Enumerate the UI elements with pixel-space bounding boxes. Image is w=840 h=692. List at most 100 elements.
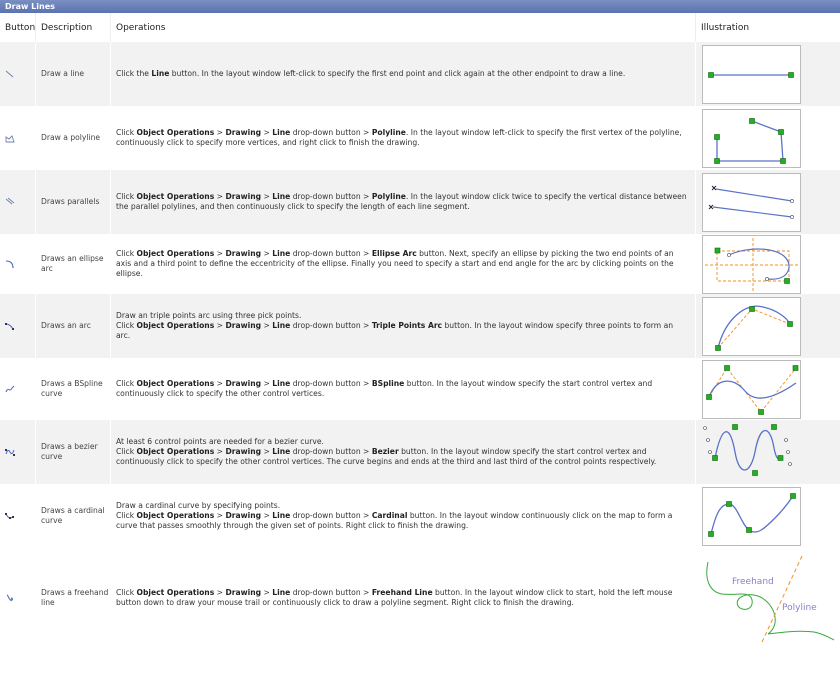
row-description: Draws parallels: [36, 170, 111, 234]
ui-term: Polyline: [371, 192, 406, 201]
operation-text: >: [261, 511, 273, 520]
arc-illustration: [702, 296, 801, 356]
ellipse-arc-icon[interactable]: [5, 259, 15, 269]
ui-term: Drawing: [225, 321, 262, 330]
bezier-illustration: [703, 423, 792, 476]
ui-term: Drawing: [225, 588, 262, 597]
operation-text: >: [214, 588, 226, 597]
ui-term: Line: [272, 128, 291, 137]
operation-text: Click: [116, 249, 137, 258]
row-operations: Draw a cardinal curve by specifying poin…: [111, 484, 696, 548]
ui-term: Drawing: [225, 249, 262, 258]
bspline-illustration: [702, 359, 801, 419]
operation-text: drop-down button >: [290, 447, 372, 456]
ui-term: Triple Points Arc: [371, 321, 443, 330]
ui-term: Object Operations: [136, 447, 215, 456]
operation-text: >: [261, 447, 273, 456]
row-operations: Click Object Operations > Drawing > Line…: [111, 548, 696, 648]
operation-text: drop-down button >: [290, 588, 372, 597]
table-row: Draws an arc Draw an triple points arc u…: [0, 294, 840, 358]
arc-icon[interactable]: [5, 321, 15, 331]
line-icon[interactable]: [5, 69, 15, 79]
row-description: Draw a line: [36, 42, 111, 106]
ui-term: Object Operations: [136, 511, 215, 520]
ui-term: Object Operations: [136, 249, 215, 258]
operation-text: >: [214, 249, 226, 258]
freehand-illustration: Freehand Polyline: [706, 555, 835, 643]
operation-text: >: [214, 128, 226, 137]
operation-text: Click: [116, 588, 137, 597]
ui-term: Drawing: [225, 192, 262, 201]
operation-text: Click: [116, 192, 137, 201]
operation-text: >: [214, 379, 226, 388]
operation-text: drop-down button >: [290, 128, 372, 137]
ui-term: Line: [272, 192, 291, 201]
header-description: Description: [36, 13, 111, 42]
operation-text: >: [261, 588, 273, 597]
ui-term: Object Operations: [136, 588, 215, 597]
table-row: Draws a freehand line Click Object Opera…: [0, 548, 840, 648]
ui-term: Line: [272, 588, 291, 597]
ui-term: Drawing: [225, 447, 262, 456]
ui-term: Object Operations: [136, 192, 215, 201]
operation-text: Click: [116, 511, 137, 520]
cardinal-illustration: [702, 486, 801, 546]
polyline-label: Polyline: [782, 603, 817, 613]
row-description: Draws a freehand line: [36, 548, 111, 648]
ellipse-arc-illustration: [702, 234, 801, 294]
parallels-illustration: [702, 172, 801, 232]
ui-term: Cardinal: [371, 511, 408, 520]
row-operations: Click Object Operations > Drawing > Line…: [111, 358, 696, 420]
header-button: Button: [0, 13, 36, 42]
row-operations: Click Object Operations > Drawing > Line…: [111, 170, 696, 234]
bspline-icon[interactable]: [5, 384, 15, 394]
polyline-icon[interactable]: [5, 133, 15, 143]
row-operations: Draw an triple points arc using three pi…: [111, 294, 696, 358]
ui-term: Line: [272, 379, 291, 388]
operation-text: Draw a cardinal curve by specifying poin…: [116, 501, 281, 510]
draw-lines-table: Button Description Operations Illustrati…: [0, 13, 840, 648]
ui-term: Line: [272, 447, 291, 456]
ui-term: Freehand Line: [371, 588, 433, 597]
ui-term: Line: [151, 69, 170, 78]
table-row: Draws a BSpline curve Click Object Opera…: [0, 358, 840, 420]
freehand-icon[interactable]: [5, 593, 15, 603]
freehand-label: Freehand: [732, 577, 774, 587]
row-description: Draws an ellipse arc: [36, 234, 111, 294]
bezier-icon[interactable]: [5, 447, 15, 457]
table-row: Draw a line Click the Line button. In th…: [0, 42, 840, 106]
ui-term: Bezier: [371, 447, 399, 456]
operation-text: drop-down button >: [290, 321, 372, 330]
page-title: Draw Lines: [0, 0, 840, 13]
ui-term: Line: [272, 249, 291, 258]
row-description: Draw a polyline: [36, 106, 111, 170]
ui-term: Polyline: [371, 128, 406, 137]
ui-term: Drawing: [225, 128, 262, 137]
ui-term: Line: [272, 511, 291, 520]
row-operations: At least 6 control points are needed for…: [111, 420, 696, 484]
operation-text: Click the: [116, 69, 152, 78]
header-operations: Operations: [111, 13, 696, 42]
row-operations: Click Object Operations > Drawing > Line…: [111, 234, 696, 294]
operation-text: >: [261, 321, 273, 330]
operation-text: drop-down button >: [290, 192, 372, 201]
operation-text: >: [261, 379, 273, 388]
ui-term: Object Operations: [136, 379, 215, 388]
row-operations: Click Object Operations > Drawing > Line…: [111, 106, 696, 170]
table-row: Draws a cardinal curve Draw a cardinal c…: [0, 484, 840, 548]
row-description: Draws a cardinal curve: [36, 484, 111, 548]
table-row: Draws parallels Click Object Operations …: [0, 170, 840, 234]
ui-term: Object Operations: [136, 321, 215, 330]
operation-text: drop-down button >: [290, 379, 372, 388]
ui-term: Line: [272, 321, 291, 330]
table-row: Draws an ellipse arc Click Object Operat…: [0, 234, 840, 294]
parallels-icon[interactable]: [5, 197, 15, 207]
ui-term: BSpline: [371, 379, 405, 388]
header-illustration: Illustration: [696, 13, 840, 42]
cardinal-icon[interactable]: [5, 511, 15, 521]
operation-text: Click: [116, 128, 137, 137]
operation-text: >: [214, 192, 226, 201]
operation-text: At least 6 control points are needed for…: [116, 437, 324, 446]
operation-text: Click: [116, 447, 137, 456]
operation-text: >: [261, 128, 273, 137]
